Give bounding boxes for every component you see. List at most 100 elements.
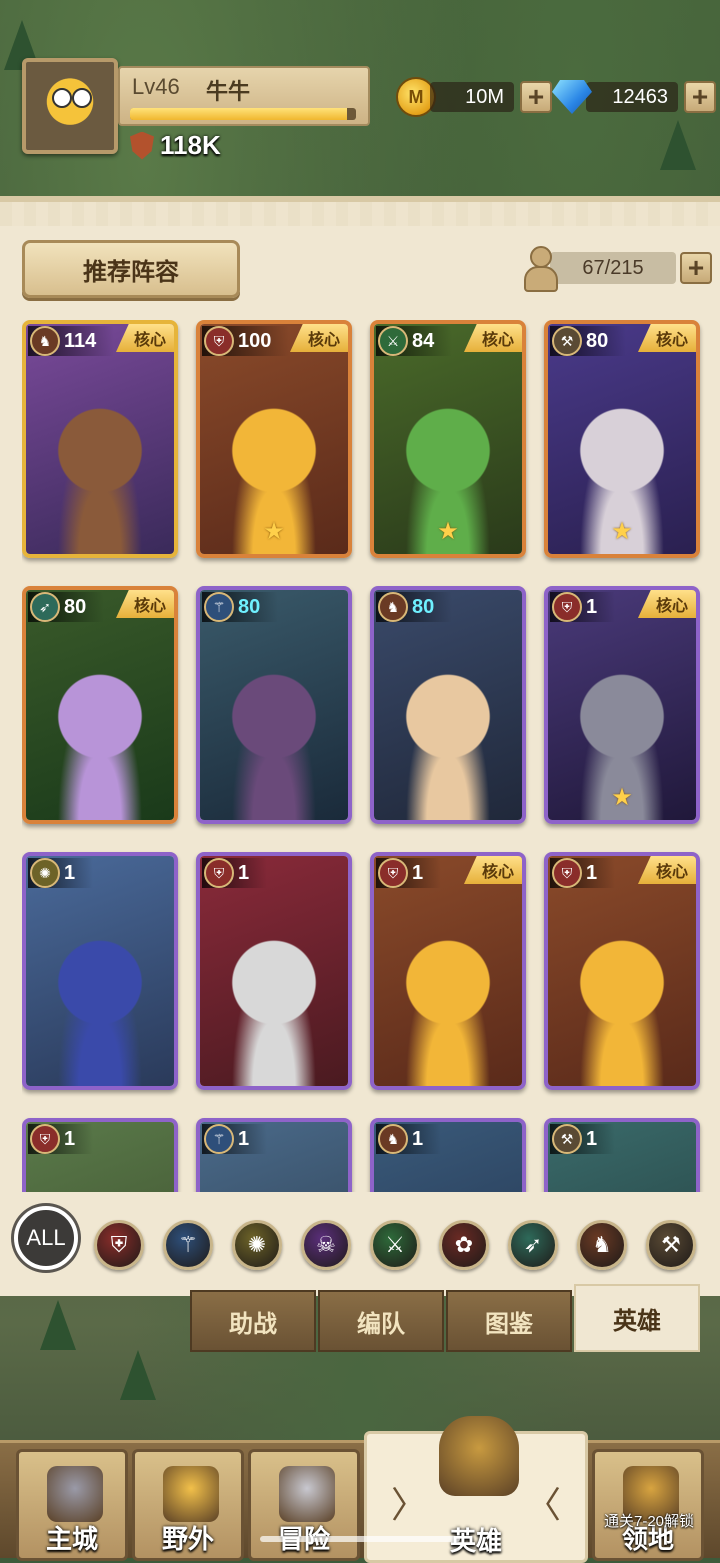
hero-card[interactable]: 1 ⚒ [544,1118,700,1192]
add-coins-button[interactable]: + [520,81,552,113]
star-icon: ★ [263,518,285,545]
star-icon: ★ [611,518,633,545]
nav-item-icon [439,1416,519,1496]
shield-icon: ⛨ [30,1124,60,1154]
hero-portrait [200,856,348,1086]
shield-icon: ⛨ [378,858,408,888]
filter-orc-icon[interactable]: ♞ [577,1220,627,1270]
orc-icon: ♞ [378,592,408,622]
shield-icon: ⛨ [204,326,234,356]
hero-card[interactable]: 1 ⚚ [196,1118,352,1192]
filter-staff-icon[interactable]: ⚚ [163,1220,213,1270]
filter-paw-icon[interactable]: ✿ [439,1220,489,1270]
nav-item[interactable]: 领地 通关7-20解锁 [592,1449,704,1561]
shield-icon: ⛨ [552,592,582,622]
shield-icon: ⛨ [204,858,234,888]
hero-card[interactable]: 80 ⚚ [196,586,352,824]
hero-card[interactable]: 84 ⚔ 核心 ★ [370,320,526,558]
coin-resource: M 10M + [396,77,552,117]
tree-decoration [120,1350,156,1400]
hero-card[interactable]: 114 ♞ 核心 [22,320,178,558]
star-icon: ★ [437,518,459,545]
home-indicator [260,1536,460,1542]
recommend-lineup-button[interactable]: 推荐阵容 [22,240,240,298]
chevron-left-icon: 〈 [524,1484,561,1525]
nav-item-icon [163,1466,219,1522]
hero-card[interactable]: 1 ⛨ [196,852,352,1090]
tree-decoration [40,1300,76,1350]
xp-bar-fill [130,108,347,120]
power-value: 118K [160,130,221,160]
player-level: Lv46 [132,74,180,99]
hero-grid: 114 ♞ 核心 100 ⛨ 核心 ★ 84 ⚔ 核心 ★ 80 ⚒ 核心 ★ 80 ➶ 核心 80 ⚚ 80 ♞ 1 ⛨ 核心… [22,320,706,1192]
orc-icon: ♞ [378,1124,408,1154]
nav-item[interactable]: 主城 [16,1449,128,1561]
nav-item[interactable]: 英雄〉〈 [364,1416,588,1563]
hero-card[interactable]: 1 ⛨ 核心 [544,852,700,1090]
nav-item-icon [47,1466,103,1522]
hero-capacity: 67/215 + [522,246,712,292]
panel-border-decoration [0,202,720,226]
filter-hammer-icon[interactable]: ⚒ [646,1220,696,1270]
class-filter-bar: ALL ⛨ ⚚ ✺ ☠ ⚔ ✿ ➶ ♞ ⚒ [12,1206,712,1286]
subtab-item[interactable]: 助战 [190,1290,316,1352]
filter-all-button[interactable]: ALL [14,1206,78,1270]
hero-portrait [26,856,174,1086]
hero-card[interactable]: 1 ⛨ 核心 ★ [544,586,700,824]
capacity-value: 67/215 [550,252,676,284]
swords-icon: ⚔ [378,326,408,356]
hammer-icon: ⚒ [552,326,582,356]
nav-item-label: 主城 [45,1524,98,1554]
hero-portrait [200,590,348,820]
filter-crest-icon[interactable]: ✺ [232,1220,282,1270]
nav-item[interactable]: 冒险 [248,1449,360,1561]
subtab-item[interactable]: 图鉴 [446,1290,572,1352]
nav-item-icon [279,1466,335,1522]
hero-card[interactable]: 1 ⛨ [22,1118,178,1192]
bow-icon: ➶ [30,592,60,622]
power-display: 118K [130,130,221,161]
filter-shield-icon[interactable]: ⛨ [94,1220,144,1270]
filter-skull-icon[interactable]: ☠ [301,1220,351,1270]
gem-resource: 12463 + [552,80,716,114]
player-level-box: Lv46 牛牛 [118,66,370,126]
top-header: Lv46 牛牛 118K M 10M + 12463 + [0,0,720,190]
filter-swords-icon[interactable]: ⚔ [370,1220,420,1270]
xp-bar [130,108,356,120]
hero-panel: 推荐阵容 67/215 + 114 ♞ 核心 100 ⛨ 核心 ★ 84 ⚔ 核心 ★ 80 ⚒ 核心 ★ 8… [0,196,720,1296]
crest-icon: ✺ [30,858,60,888]
star-icon: ★ [611,784,633,811]
hammer-icon: ⚒ [552,1124,582,1154]
hero-card[interactable]: 1 ⛨ 核心 [370,852,526,1090]
player-name: 牛牛 [206,79,251,104]
hero-portrait [548,856,696,1086]
hero-subtabs: 助战 编队 图鉴 英雄 [190,1284,700,1352]
person-icon [522,246,558,292]
hero-card[interactable]: 1 ♞ [370,1118,526,1192]
hero-portrait [26,590,174,820]
gem-value: 12463 [586,82,678,112]
staff-icon: ⚚ [204,1124,234,1154]
add-capacity-button[interactable]: + [680,252,712,284]
nav-item[interactable]: 野外 [132,1449,244,1561]
subtab-item[interactable]: 编队 [318,1290,444,1352]
add-gems-button[interactable]: + [684,81,716,113]
hero-card[interactable]: 1 ✺ [22,852,178,1090]
hero-card[interactable]: 80 ♞ [370,586,526,824]
hero-portrait [26,324,174,554]
shield-icon: ⛨ [552,858,582,888]
hero-card[interactable]: 80 ⚒ 核心 ★ [544,320,700,558]
orc-icon: ♞ [30,326,60,356]
hero-portrait [374,590,522,820]
player-avatar[interactable] [22,58,118,154]
chevron-right-icon: 〉 [391,1484,428,1525]
subtab-item[interactable]: 英雄 [574,1284,700,1352]
power-shield-icon [130,131,154,160]
staff-icon: ⚚ [204,592,234,622]
hero-portrait [374,856,522,1086]
hero-card[interactable]: 80 ➶ 核心 [22,586,178,824]
filter-bow-icon[interactable]: ➶ [508,1220,558,1270]
coin-value: 10M [430,82,514,112]
nav-item-label: 野外 [161,1524,214,1554]
hero-card[interactable]: 100 ⛨ 核心 ★ [196,320,352,558]
